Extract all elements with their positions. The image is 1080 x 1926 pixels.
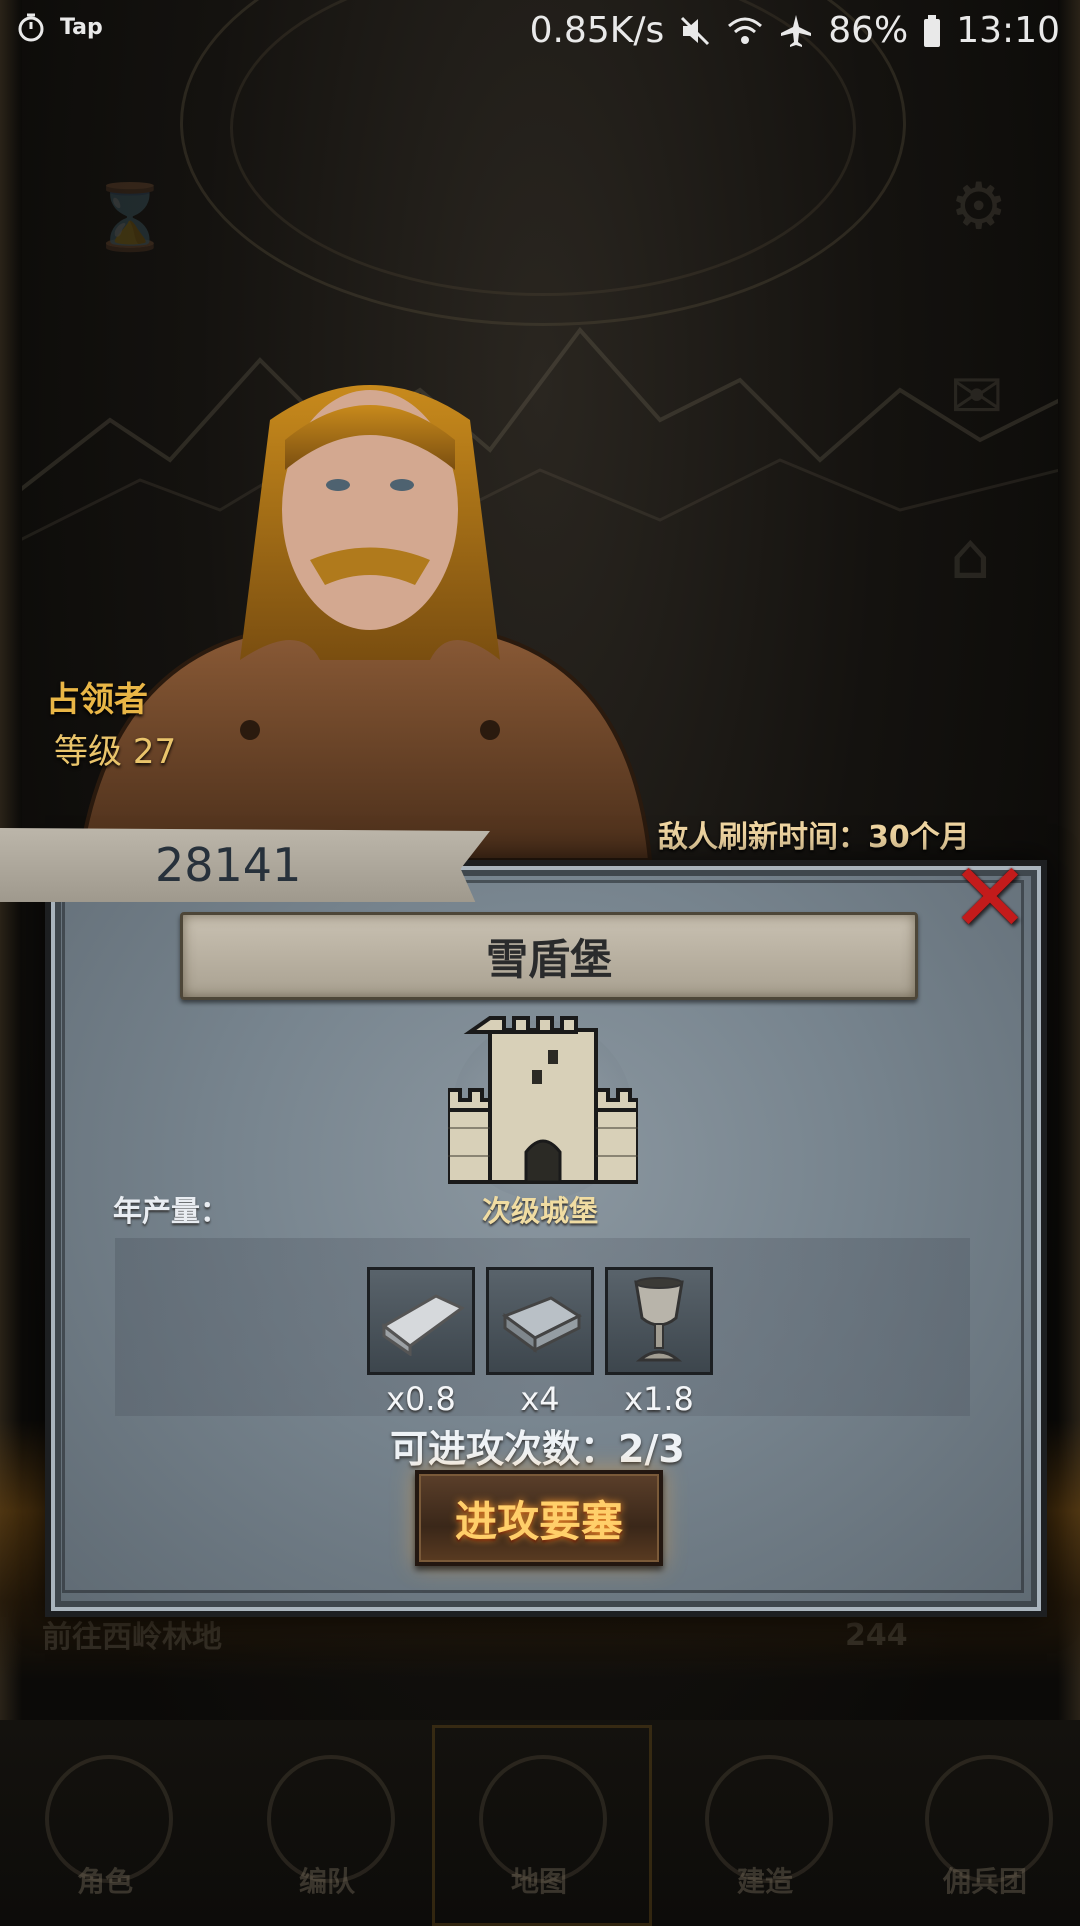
- tab-map[interactable]: 地图: [474, 1860, 604, 1900]
- background-route-text: 前往西岭林地: [42, 1620, 222, 1655]
- silver-chalice-icon: [634, 1277, 684, 1362]
- attack-fortress-label: 进攻要塞: [454, 1496, 623, 1546]
- resource-qty-silver: x0.8: [386, 1380, 456, 1418]
- app-label: Tap: [60, 14, 103, 40]
- castle-type: 次级城堡: [481, 1194, 598, 1228]
- resource-slot-silver[interactable]: [367, 1267, 475, 1375]
- occupier-portrait: [77, 385, 653, 860]
- mute-icon: [681, 16, 710, 45]
- resource-qty-iron: x4: [520, 1380, 560, 1418]
- silver-ingot-icon: [381, 1294, 465, 1356]
- network-speed: 0.85K/s: [529, 10, 665, 51]
- occupier-level-label: 等级: [54, 732, 122, 772]
- occupier-title: 占领者: [46, 680, 148, 720]
- annual-yield-label: 年产量：: [113, 1194, 230, 1228]
- hourglass-icon: ⌛: [90, 181, 170, 255]
- resource-qty-chalice: x1.8: [624, 1380, 694, 1418]
- mail-icon: ✉: [950, 360, 1004, 434]
- iron-ingot-icon: [501, 1296, 583, 1353]
- resource-slot-chalice[interactable]: [605, 1267, 713, 1375]
- attack-fortress-button[interactable]: 进攻要塞: [415, 1470, 663, 1566]
- castle-name: 雪盾堡: [485, 934, 612, 984]
- castle-icon: [448, 1016, 638, 1184]
- resource-slot-iron[interactable]: [486, 1267, 594, 1375]
- airplane-icon: [781, 14, 812, 47]
- occupier-level: 等级 27: [54, 724, 176, 773]
- battery-icon: [924, 14, 941, 47]
- tab-mercenary[interactable]: 佣兵团: [920, 1860, 1050, 1900]
- status-bar: Tap 0.85K/s 86% 13:10: [0, 0, 1080, 64]
- tab-build[interactable]: 建造: [700, 1860, 830, 1900]
- background-resource-value: 244: [845, 1618, 908, 1653]
- attack-attempts: 可进攻次数：2/3: [390, 1427, 685, 1471]
- house-icon: ⌂: [950, 520, 991, 594]
- occupier-level-value: 27: [132, 732, 177, 772]
- close-button[interactable]: ✕: [950, 850, 1030, 946]
- enemy-power-value: 28141: [155, 838, 302, 892]
- tab-character[interactable]: 角色: [40, 1860, 170, 1900]
- battery-percent: 86%: [828, 10, 909, 51]
- castle-name-plate: 雪盾堡: [180, 912, 918, 1000]
- wifi-icon: [728, 17, 763, 44]
- clock-time: 13:10: [956, 10, 1060, 51]
- stopwatch-icon: [18, 13, 44, 42]
- enemy-refresh-time: 敌人刷新时间：30个月: [658, 820, 970, 855]
- tab-formation[interactable]: 编队: [262, 1860, 392, 1900]
- gear-icon: ⚙: [950, 170, 1008, 244]
